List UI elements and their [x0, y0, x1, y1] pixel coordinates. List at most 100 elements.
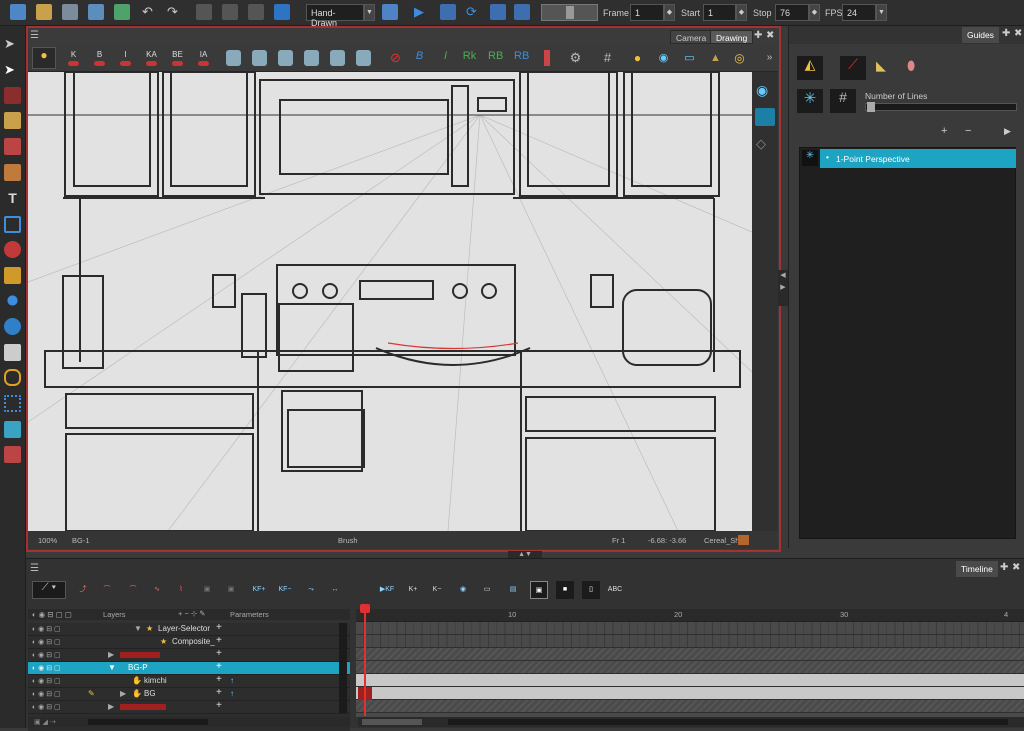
slider-handle[interactable] — [867, 102, 875, 112]
eraser-tool-icon[interactable] — [4, 164, 21, 181]
remove-key-icon[interactable]: K− — [428, 581, 446, 599]
rectangle-tool-icon[interactable] — [4, 216, 21, 233]
blank-cell-icon[interactable]: ▯ — [582, 581, 600, 599]
key-motion-icon[interactable]: ⤳ — [302, 581, 320, 599]
drawing-canvas[interactable] — [28, 72, 752, 531]
dropper-icon[interactable] — [4, 267, 21, 284]
footer-icons[interactable]: ▣ ◢ ⇢ — [34, 718, 56, 726]
frame-row[interactable] — [356, 635, 1024, 648]
stop-field[interactable]: 76 — [775, 4, 809, 21]
view-menu-icon[interactable]: ☰ — [30, 30, 39, 41]
expand-icon[interactable]: ▶ — [108, 650, 114, 659]
frame-row[interactable] — [356, 661, 1024, 674]
paste-icon[interactable] — [248, 4, 264, 20]
layer-toggle-icons[interactable]: ◐ ◉ ⊟ ▢ — [32, 664, 82, 673]
layer-row[interactable]: ◐ ◉ ⊟ ▢ ✎ ▶ ✋ BG + ↑ — [28, 687, 350, 701]
more-tools-icon[interactable]: » — [762, 50, 777, 66]
refresh-icon[interactable] — [114, 4, 130, 20]
layer-box-icon-6[interactable] — [356, 50, 371, 66]
bulb-icon[interactable]: ● — [630, 50, 645, 66]
brush-tool-icon[interactable] — [4, 87, 21, 104]
light-table-icon[interactable]: ● — [32, 47, 56, 69]
brush-guide-icon[interactable]: ⟋ — [840, 56, 866, 80]
start-field[interactable]: 1 — [703, 4, 736, 21]
zoom-level[interactable]: 100% — [38, 536, 57, 545]
layer-scrollbar[interactable] — [339, 623, 347, 713]
eraser-guide-icon[interactable]: ⬮ — [907, 58, 915, 74]
playback-speed-slider[interactable] — [541, 4, 598, 21]
onion-skin-eye-icon[interactable]: ◉ — [656, 50, 671, 66]
layers-icon[interactable] — [755, 108, 775, 126]
save-as-icon[interactable] — [88, 4, 104, 20]
close-timeline-icon[interactable]: ✖ — [1012, 562, 1020, 573]
layer-toggle-icons[interactable]: ◐ ◉ ⊟ ▢ — [32, 625, 82, 634]
layer-box-icon-5[interactable] — [330, 50, 345, 66]
close-view-icon[interactable]: ✖ — [766, 30, 774, 41]
curve-icon[interactable]: ∿ — [148, 581, 166, 599]
gear-icon[interactable]: ⚙ — [568, 50, 583, 66]
layer-row[interactable]: ◐ ◉ ⊟ ▢ ✋ kimchi + ↑ — [28, 674, 350, 688]
pencil-lock-icon[interactable]: ✎ — [88, 689, 95, 698]
horizontal-scrollbar[interactable] — [88, 719, 208, 725]
add-param-icon[interactable]: + — [216, 635, 222, 646]
keyframe-play-icon[interactable]: ▶KF — [378, 581, 396, 599]
green-i-button[interactable]: I — [438, 50, 453, 66]
layer-row[interactable]: ◐ ◉ ⊟ ▢ ▼ ★ Layer-Selector + — [28, 622, 350, 636]
playhead-handle[interactable] — [360, 604, 370, 613]
frame-row[interactable] — [356, 687, 1024, 700]
side-splitter-handle[interactable]: ◀ ▶ — [778, 270, 788, 306]
green-rk-button[interactable]: Rk — [462, 50, 477, 66]
add-param-icon[interactable]: + — [216, 648, 222, 659]
play-icon[interactable]: ▶ — [414, 4, 430, 20]
playhead[interactable] — [364, 606, 366, 716]
frame-stepper[interactable]: ◆ — [664, 4, 675, 21]
play-selection-icon[interactable] — [440, 4, 456, 20]
exposure-grid[interactable] — [356, 622, 1024, 717]
stop-motion-icon[interactable]: ↔ — [326, 581, 344, 599]
add-layer-icon[interactable]: + − ⊹ ✎ — [178, 609, 206, 618]
frame-row[interactable] — [356, 648, 1024, 661]
onion-skin-k-button[interactable]: K — [66, 50, 81, 66]
color-disc-icon[interactable]: ⊘ — [388, 50, 403, 66]
guide-menu-icon[interactable]: ▶ — [1004, 126, 1011, 137]
layer-toggle-icons[interactable]: ◐ ◉ ⊟ ▢ — [32, 638, 82, 647]
new-scene-icon[interactable] — [10, 4, 26, 20]
empty-cell-icon[interactable]: ■ — [556, 581, 574, 599]
fps-field[interactable]: 24 — [842, 4, 876, 21]
render-icon[interactable] — [382, 4, 398, 20]
add-view-icon[interactable]: ✚ — [754, 30, 762, 41]
open-folder-icon[interactable] — [36, 4, 52, 20]
timeline-scrollbar[interactable] — [448, 719, 1008, 725]
ruler-icon[interactable] — [274, 4, 290, 20]
timeline-menu-icon[interactable]: ☰ — [30, 563, 39, 574]
frame-ruler[interactable]: 10 20 30 4 — [356, 609, 1024, 622]
zoom-icon[interactable]: ▭ — [682, 50, 697, 66]
cell-icon[interactable]: ▭ — [478, 581, 496, 599]
green-rb-button[interactable]: RB — [488, 50, 503, 66]
paint-tool-icon[interactable] — [4, 138, 21, 155]
current-color-swatch[interactable] — [738, 535, 749, 545]
collapse-icon[interactable]: ▼ — [108, 663, 116, 672]
morph-tool-icon[interactable] — [4, 318, 21, 335]
frame-row[interactable] — [356, 622, 1024, 635]
layer-row[interactable]: ◐ ◉ ⊟ ▢ ▶ + — [28, 648, 350, 662]
frame-field[interactable]: 1 — [630, 4, 664, 21]
extend-icon[interactable]: ▤ — [504, 581, 522, 599]
layer-row[interactable]: ◐ ◉ ⊟ ▢ ★ Composite_ + — [28, 635, 350, 649]
stamp-tool-icon[interactable] — [4, 446, 21, 463]
onion-skin-ia-button[interactable]: IA — [196, 50, 211, 66]
paint-bucket-icon[interactable] — [4, 241, 21, 258]
add-param-icon[interactable]: + — [216, 700, 222, 711]
ease-out-icon[interactable]: ⌒ — [124, 581, 142, 599]
layer-box-icon-4[interactable] — [304, 50, 319, 66]
blue-rb-button[interactable]: RB — [514, 50, 529, 66]
expand-icon[interactable]: ▶ — [108, 702, 114, 711]
contour-editor-icon[interactable]: ➤ — [4, 62, 21, 79]
layer-toggle-icons[interactable]: ◐ ◉ ⊟ ▢ — [32, 703, 82, 712]
add-param-icon[interactable]: + — [216, 674, 222, 685]
stroke-tool-icon[interactable] — [4, 421, 21, 438]
layer-toggle-icons[interactable]: ◐ ◉ ⊟ ▢ — [32, 651, 82, 660]
add-param-icon[interactable]: + — [216, 622, 222, 633]
drawing-cell-icon[interactable]: ▣ — [530, 581, 548, 599]
onion-skin-i-button[interactable]: I — [118, 50, 133, 66]
